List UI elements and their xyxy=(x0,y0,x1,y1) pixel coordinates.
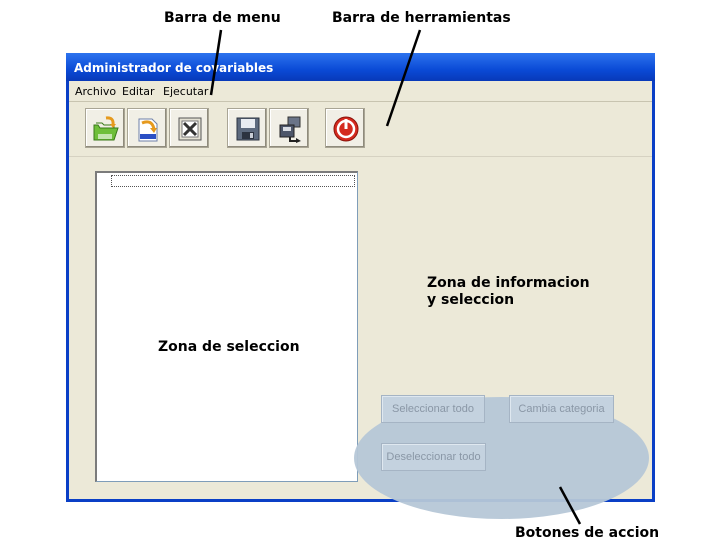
exit-button[interactable] xyxy=(325,108,365,148)
select-all-button[interactable]: Seleccionar todo xyxy=(381,395,485,423)
delete-button[interactable] xyxy=(169,108,209,148)
open-ascii-icon xyxy=(93,116,119,141)
annotation-toolbar: Barra de herramientas xyxy=(332,10,511,26)
export-button[interactable] xyxy=(269,108,309,148)
selection-listbox[interactable] xyxy=(95,171,358,482)
info-zone-label: Zona de informacion y seleccion xyxy=(427,275,590,309)
save-button[interactable] xyxy=(227,108,267,148)
menu-archivo[interactable]: Archivo xyxy=(75,85,116,98)
open-ascii-button[interactable] xyxy=(85,108,125,148)
window-client-area: Archivo Editar Ejecutar Zona de seleccio… xyxy=(69,81,652,519)
import-ascii-button[interactable] xyxy=(127,108,167,148)
title-bar[interactable]: Administrador de covariables xyxy=(66,53,655,81)
save-icon xyxy=(236,117,260,141)
app-window: Administrador de covariables Archivo Edi… xyxy=(66,53,655,519)
annotation-menu-bar: Barra de menu xyxy=(164,10,281,26)
change-category-button[interactable]: Cambia categoria xyxy=(509,395,614,423)
selection-zone-label: Zona de seleccion xyxy=(158,339,300,355)
menu-bar: Archivo Editar Ejecutar xyxy=(69,81,652,102)
export-icon xyxy=(279,116,301,143)
info-zone-line-2: y seleccion xyxy=(427,292,515,308)
annotation-action-buttons: Botones de accion xyxy=(515,525,660,541)
window-title: Administrador de covariables xyxy=(74,61,274,75)
import-ascii-icon xyxy=(138,118,158,142)
menu-editar[interactable]: Editar xyxy=(122,85,155,98)
info-zone-line-1: Zona de informacion xyxy=(427,275,590,291)
list-focus-row[interactable] xyxy=(111,175,355,187)
delete-icon xyxy=(178,117,202,141)
deselect-all-button[interactable]: Deseleccionar todo xyxy=(381,443,486,471)
menu-ejecutar[interactable]: Ejecutar xyxy=(163,85,208,98)
toolbar xyxy=(69,102,652,157)
power-icon xyxy=(333,116,359,142)
